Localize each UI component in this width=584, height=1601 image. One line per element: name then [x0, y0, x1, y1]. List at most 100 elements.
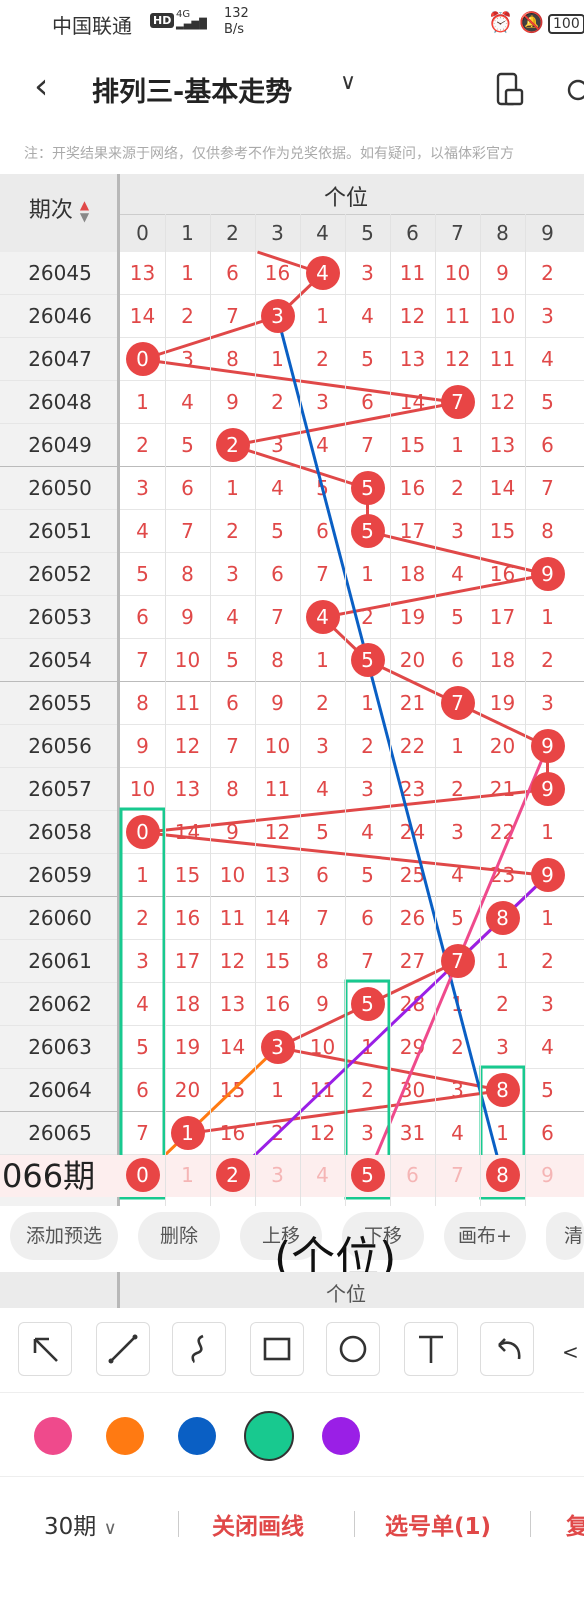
preview-selected-digit[interactable]: 2 [210, 1154, 255, 1197]
hit-cell: 5 [345, 983, 390, 1026]
add-preselect-button[interactable]: 添加预选 [10, 1212, 118, 1260]
miss-count-cell: 30 [399, 1078, 426, 1102]
miss-count-cell: 1 [451, 734, 464, 758]
close-draw-button[interactable]: 关闭画线 [212, 1507, 304, 1541]
period-label: 26049 [28, 433, 92, 457]
miss-count-cell: 1 [451, 433, 464, 457]
miss-count-cell: 5 [451, 605, 464, 629]
clear-button[interactable]: 清 [546, 1212, 584, 1260]
drawing-toolbar: < [0, 1310, 584, 1390]
pick-list-button[interactable]: 选号单(1) [385, 1507, 491, 1541]
miss-count-cell: 3 [541, 992, 554, 1016]
miss-count-cell: 1 [361, 691, 374, 715]
miss-count-cell: 19 [399, 605, 426, 629]
preview-digit[interactable]: 7 [435, 1154, 480, 1197]
column-separator [345, 214, 346, 1206]
period-label: 26051 [28, 519, 92, 543]
alarm-mute-icons: ⏰ 🔕 [488, 10, 545, 34]
miss-count-cell: 9 [496, 261, 509, 285]
rectangle-tool-icon[interactable] [250, 1322, 304, 1376]
preview-digit[interactable]: 6 [390, 1154, 435, 1197]
period-label: 26048 [28, 390, 92, 414]
chevron-down-icon: ∨ [103, 1518, 117, 1539]
more-icon[interactable] [566, 74, 584, 106]
selected-ball: 5 [350, 1158, 385, 1192]
preview-selected-digit[interactable]: 5 [345, 1154, 390, 1197]
miss-count-cell: 19 [174, 1035, 201, 1059]
hit-cell: 9 [525, 854, 570, 897]
hit-cell: 7 [435, 682, 480, 725]
preview-selected-digit[interactable]: 8 [480, 1154, 525, 1197]
color-swatch[interactable] [322, 1417, 360, 1455]
miss-count-cell: 2 [451, 777, 464, 801]
winning-ball: 9 [530, 772, 565, 806]
miss-count-cell: 6 [316, 863, 329, 887]
miss-count-cell: 18 [174, 992, 201, 1016]
back-arrow-icon[interactable]: ‹ [34, 66, 48, 107]
toolbar-overflow-icon[interactable]: < [562, 1340, 579, 1364]
miss-count-cell: 17 [174, 949, 201, 973]
hit-cell: 3 [255, 295, 300, 338]
curve-tool-icon[interactable] [172, 1322, 226, 1376]
miss-count-cell: 3 [136, 949, 149, 973]
preview-digit[interactable]: 4 [300, 1154, 345, 1197]
miss-count-cell: 14 [129, 304, 156, 328]
page-title[interactable]: 排列三-基本走势 [92, 70, 292, 109]
miss-count-cell: 3 [361, 1121, 374, 1145]
column-separator [525, 214, 526, 1206]
arrow-tool-icon[interactable] [18, 1322, 72, 1376]
preview-digit[interactable]: 3 [255, 1154, 300, 1197]
miss-count-cell: 5 [451, 906, 464, 930]
copy-button[interactable]: 复 [566, 1507, 584, 1541]
color-swatch[interactable] [106, 1417, 144, 1455]
sort-icon[interactable]: ▲ ▼ [80, 199, 89, 223]
period-count-select[interactable]: 30期 ∨ [44, 1507, 117, 1541]
miss-count-cell: 3 [451, 820, 464, 844]
miss-count-cell: 1 [541, 906, 554, 930]
miss-count-cell: 12 [444, 347, 471, 371]
digit-header: 8 [496, 221, 509, 245]
line-tool-icon[interactable] [96, 1322, 150, 1376]
delete-button[interactable]: 删除 [138, 1212, 220, 1260]
miss-count-cell: 1 [496, 1121, 509, 1145]
miss-count-cell: 4 [541, 347, 554, 371]
miss-count-cell: 3 [451, 1078, 464, 1102]
period-label: 26060 [28, 906, 92, 930]
miss-count-cell: 8 [541, 519, 554, 543]
undo-tool-icon[interactable] [480, 1322, 534, 1376]
color-swatch-selected[interactable] [244, 1411, 294, 1461]
chevron-down-icon[interactable]: ∨ [340, 70, 356, 95]
period-label: 26050 [28, 476, 92, 500]
preview-selected-digit[interactable]: 0 [120, 1154, 165, 1197]
miss-count-cell: 7 [226, 304, 239, 328]
period-label: 26054 [28, 648, 92, 672]
color-swatch[interactable] [34, 1417, 72, 1455]
miss-count-cell: 5 [361, 347, 374, 371]
miss-count-cell: 23 [489, 863, 516, 887]
column-separator [165, 214, 166, 1206]
canvas-plus-button[interactable]: 画布+ [444, 1212, 526, 1260]
miss-count-cell: 4 [451, 1121, 464, 1145]
miss-count-cell: 19 [489, 691, 516, 715]
circle-tool-icon[interactable] [326, 1322, 380, 1376]
period-label: 26056 [28, 734, 92, 758]
digit-header: 5 [361, 221, 374, 245]
disclaimer-notice: 注：开奖结果来源于网络，仅供参考不作为兑奖依据。如有疑问，以福体彩官方 [24, 146, 514, 162]
miss-count-cell: 4 [451, 562, 464, 586]
period-header[interactable]: 期次 ▲ ▼ [0, 192, 118, 224]
miss-count-cell: 16 [399, 476, 426, 500]
color-swatch[interactable] [178, 1417, 216, 1455]
signal-icon: 4G ▂▄▆█ [176, 9, 207, 30]
hit-cell: 5 [345, 467, 390, 510]
text-tool-icon[interactable] [404, 1322, 458, 1376]
preview-digit[interactable]: 1 [165, 1154, 210, 1197]
miss-count-cell: 7 [226, 734, 239, 758]
miss-count-cell: 7 [271, 605, 284, 629]
preview-digit[interactable]: 9 [525, 1154, 570, 1197]
footer-group-header: 个位 [0, 1272, 584, 1308]
rotate-screen-icon[interactable] [496, 72, 524, 106]
miss-count-cell: 12 [309, 1121, 336, 1145]
bottom-divider-1 [178, 1511, 179, 1537]
miss-count-cell: 2 [136, 906, 149, 930]
winning-ball: 4 [305, 600, 340, 634]
